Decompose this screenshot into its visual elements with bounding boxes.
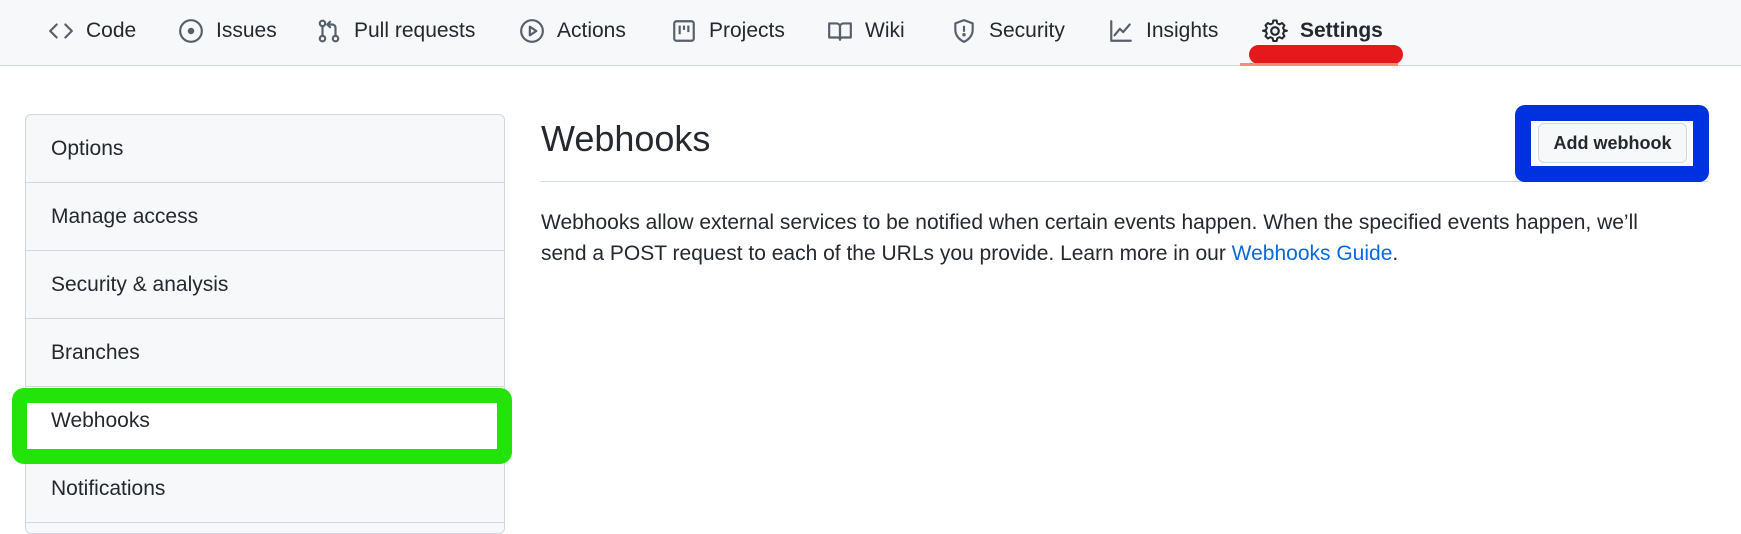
tab-label: Wiki [865,19,905,42]
tab-wiki[interactable]: Wiki [827,0,905,62]
sidebar-item-options[interactable]: Options [26,115,504,183]
tab-label: Security [989,19,1065,42]
add-webhook-button[interactable]: Add webhook [1538,123,1687,163]
gear-icon [1262,18,1288,44]
sidebar-item-label: Security & analysis [51,272,229,296]
play-icon [519,18,545,44]
tab-projects[interactable]: Projects [671,0,785,62]
settings-sidebar: Options Manage access Security & analysi… [25,114,505,534]
tab-label: Projects [709,19,785,42]
sidebar-item-branches[interactable]: Branches [26,319,504,387]
tab-insights[interactable]: Insights [1108,0,1218,62]
page-title: Webhooks [541,118,711,159]
sidebar-item-label: Notifications [51,476,166,500]
description-text: Webhooks allow external services to be n… [541,211,1638,265]
selected-tab-indicator [1240,63,1398,66]
title-divider [541,181,1708,182]
webhooks-description: Webhooks allow external services to be n… [541,207,1681,269]
tab-label: Code [86,19,137,42]
annotation-red-underline [1249,45,1403,64]
pull-request-icon [316,18,342,44]
tab-pull-requests[interactable]: Pull requests [316,0,475,62]
sidebar-item-label: Options [51,136,124,160]
project-icon [671,18,697,44]
tab-label: Insights [1146,19,1219,42]
sidebar-item-security-analysis[interactable]: Security & analysis [26,251,504,319]
tab-security[interactable]: Security [951,0,1065,62]
sidebar-item-label: Manage access [51,204,199,228]
book-icon [827,18,853,44]
graph-icon [1108,18,1134,44]
tab-label: Actions [557,19,626,42]
sidebar-item-webhooks[interactable]: Webhooks [26,387,504,455]
sidebar-item-label: Webhooks [51,408,150,432]
sidebar-item-manage-access[interactable]: Manage access [26,183,504,251]
repo-nav: Code Issues Pull requests Actions Projec… [0,0,1741,66]
sidebar-item-notifications[interactable]: Notifications [26,455,504,523]
tab-code[interactable]: Code [48,0,136,62]
tab-issues[interactable]: Issues [178,0,277,62]
webhooks-guide-link[interactable]: Webhooks Guide [1232,242,1393,265]
sidebar-item-label: Branches [51,340,140,364]
tab-label: Issues [216,19,277,42]
description-end: . [1392,242,1399,265]
shield-icon [951,18,977,44]
tab-label: Settings [1300,19,1383,42]
tab-actions[interactable]: Actions [519,0,626,62]
code-icon [48,18,74,44]
issue-icon [178,18,204,44]
tab-label: Pull requests [354,19,476,42]
